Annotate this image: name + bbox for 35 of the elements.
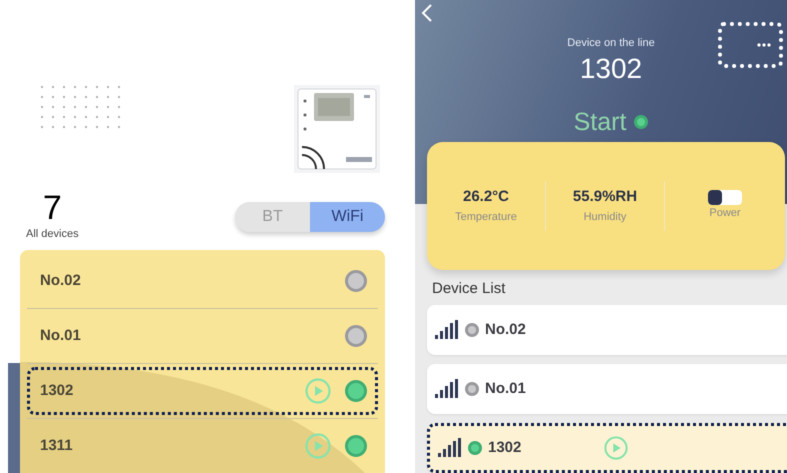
device-name: 1302: [40, 380, 74, 401]
connection-tab[interactable]: WiFi: [310, 202, 385, 232]
device-count: 7: [42, 190, 62, 226]
device-row[interactable]: 1302: [27, 367, 378, 415]
device-row[interactable]: No.01: [427, 364, 787, 414]
play-icon[interactable]: [305, 433, 331, 459]
reading-value: 26.2°C: [462, 187, 510, 208]
device-name: No.02: [485, 320, 527, 340]
count-label: All devices: [26, 226, 79, 242]
play-icon[interactable]: [305, 378, 331, 404]
device-name: 1311: [40, 436, 74, 456]
reading-label: Temperature: [455, 210, 517, 225]
subtitle: Device on the line: [567, 36, 655, 51]
signal-icon: [435, 379, 459, 399]
device-row[interactable]: No.02: [27, 257, 378, 305]
signal-icon: [435, 320, 459, 340]
more-icon: [757, 43, 771, 47]
play-icon[interactable]: [604, 436, 628, 460]
device-title: 1302: [580, 52, 642, 86]
device-row[interactable]: No.01: [27, 312, 378, 360]
device-name: No.01: [485, 378, 527, 399]
power-label: Power: [709, 206, 741, 221]
reading-value: 55.9%RH: [572, 187, 638, 208]
device-row[interactable]: 1311: [27, 422, 378, 470]
status-text: Start: [574, 106, 626, 138]
device-row[interactable]: No.02: [427, 305, 787, 355]
reading-label: Humidity: [584, 210, 626, 225]
device-row[interactable]: 1302: [427, 423, 787, 473]
signal-icon: [438, 438, 462, 458]
device-name: 1302: [488, 438, 522, 458]
device-name: No.01: [40, 326, 82, 346]
device-name: No.02: [40, 270, 82, 291]
more-button[interactable]: [718, 22, 783, 68]
list-title: Device List: [432, 278, 506, 298]
back-icon[interactable]: [421, 4, 433, 22]
